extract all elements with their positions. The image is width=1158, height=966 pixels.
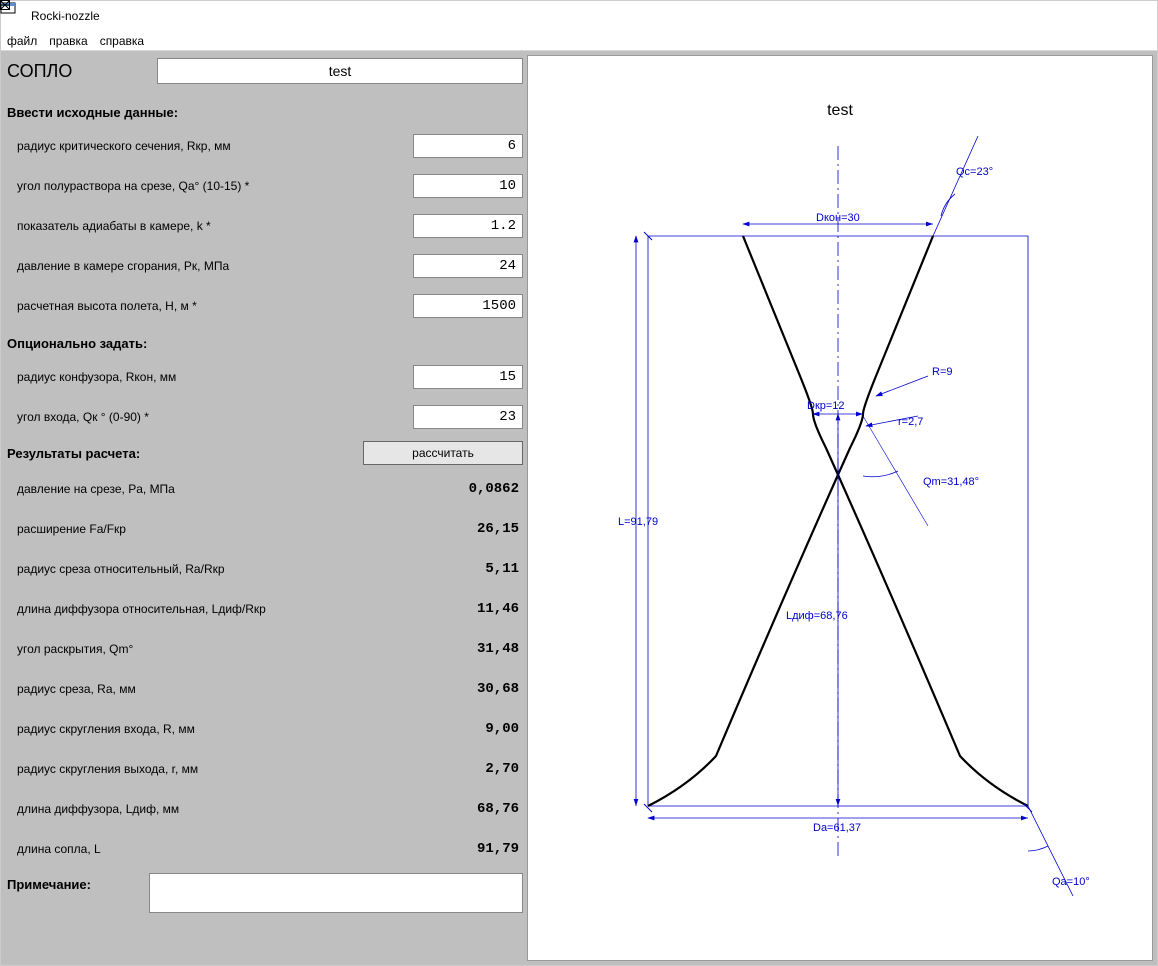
dim-ldif: Lдиф=68,76 bbox=[786, 610, 848, 622]
label-fa: расширение Fa/Fкр bbox=[17, 522, 413, 536]
label-rkr: радиус критического сечения, Rкр, мм bbox=[17, 139, 413, 153]
dim-qa: Qa=10° bbox=[1052, 876, 1090, 888]
section-results-title: Результаты расчета: bbox=[7, 446, 363, 461]
label-r-small: радиус скругления выхода, r, мм bbox=[17, 762, 413, 776]
input-k[interactable] bbox=[413, 214, 523, 238]
label-ldif: длина диффузора, Lдиф, мм bbox=[17, 802, 413, 816]
value-ra-rel: 5,11 bbox=[413, 561, 523, 577]
label-ra: радиус среза, Ra, мм bbox=[17, 682, 413, 696]
label-r-big: радиус скругления входа, R, мм bbox=[17, 722, 413, 736]
value-l: 91,79 bbox=[413, 841, 523, 857]
minimize-button[interactable] bbox=[1015, 1, 1061, 31]
dim-l: L=91,79 bbox=[618, 516, 658, 528]
label-k: показатель адиабаты в камере, k * bbox=[17, 219, 413, 233]
label-pk: давление в камере сгорания, Pк, МПа bbox=[17, 259, 413, 273]
label-ldif-rel: длина диффузора относительная, Lдиф/Rкр bbox=[17, 602, 413, 616]
dim-r-big: R=9 bbox=[932, 366, 953, 378]
value-ra: 30,68 bbox=[413, 681, 523, 697]
note-title: Примечание: bbox=[7, 873, 137, 892]
label-qk: угол входа, Qк ° (0-90) * bbox=[17, 410, 413, 424]
input-rkr[interactable] bbox=[413, 134, 523, 158]
page-title: СОПЛО bbox=[5, 61, 145, 82]
note-input[interactable] bbox=[149, 873, 523, 913]
input-h[interactable] bbox=[413, 294, 523, 318]
calculate-button[interactable]: рассчитать bbox=[363, 441, 523, 465]
dim-r-small: r=2,7 bbox=[898, 416, 923, 428]
section-input-title: Ввести исходные данные: bbox=[5, 95, 523, 126]
dim-qc: Qc=23° bbox=[956, 166, 993, 178]
label-l: длина сопла, L bbox=[17, 842, 413, 856]
label-rkon: радиус конфузора, Rкон, мм bbox=[17, 370, 413, 384]
title-bar: Rocki-nozzle bbox=[1, 1, 1157, 31]
close-button[interactable] bbox=[1107, 1, 1153, 31]
nozzle-diagram bbox=[528, 56, 1148, 956]
label-pa: давление на срезе, Pa, МПа bbox=[17, 482, 413, 496]
menu-bar: файл правка справка bbox=[1, 31, 1157, 51]
label-ra-rel: радиус среза относительный, Ra/Rкр bbox=[17, 562, 413, 576]
label-h: расчетная высота полета, H, м * bbox=[17, 299, 413, 313]
dim-da: Da=61,37 bbox=[813, 822, 861, 834]
dim-dkon: Dкон=30 bbox=[816, 212, 860, 224]
maximize-button[interactable] bbox=[1061, 1, 1107, 31]
menu-file[interactable]: файл bbox=[7, 34, 37, 48]
input-rkon[interactable] bbox=[413, 365, 523, 389]
input-pk[interactable] bbox=[413, 254, 523, 278]
diagram-panel: test bbox=[527, 55, 1153, 961]
input-qk[interactable] bbox=[413, 405, 523, 429]
menu-edit[interactable]: правка bbox=[49, 34, 87, 48]
value-r-small: 2,70 bbox=[413, 761, 523, 777]
dim-dkr: Dкр=12 bbox=[807, 400, 845, 412]
menu-help[interactable]: справка bbox=[100, 34, 144, 48]
value-pa: 0,0862 bbox=[413, 481, 523, 497]
app-icon bbox=[9, 8, 25, 24]
form-panel: СОПЛО Ввести исходные данные: радиус кри… bbox=[5, 55, 523, 961]
value-ldif-rel: 11,46 bbox=[413, 601, 523, 617]
value-fa: 26,15 bbox=[413, 521, 523, 537]
window-title: Rocki-nozzle bbox=[31, 9, 1015, 23]
value-r-big: 9,00 bbox=[413, 721, 523, 737]
section-optional-title: Опционально задать: bbox=[5, 326, 523, 357]
value-ldif: 68,76 bbox=[413, 801, 523, 817]
dim-qm: Qm=31,48° bbox=[923, 476, 979, 488]
input-qa[interactable] bbox=[413, 174, 523, 198]
value-qm: 31,48 bbox=[413, 641, 523, 657]
label-qm: угол раскрытия, Qm° bbox=[17, 642, 413, 656]
nozzle-name-input[interactable] bbox=[157, 58, 523, 84]
label-qa: угол полураствора на срезе, Qа° (10-15) … bbox=[17, 179, 413, 193]
